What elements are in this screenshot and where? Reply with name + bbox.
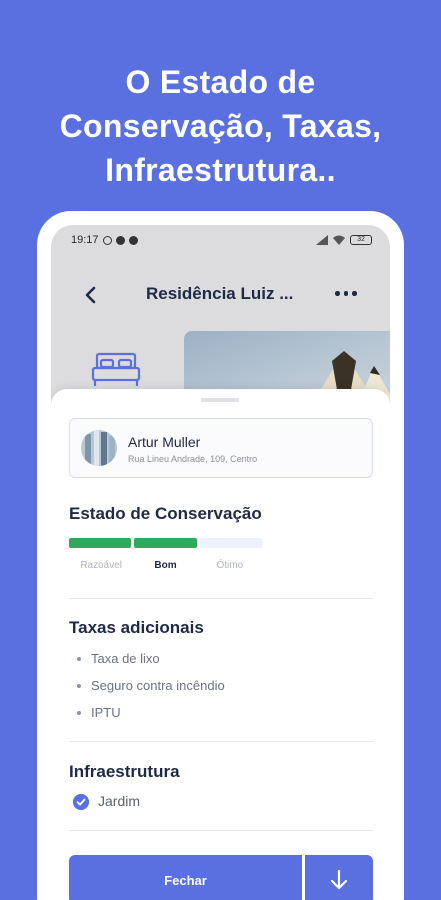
conservation-title: Estado de Conservação bbox=[69, 504, 262, 523]
close-button[interactable]: Fechar bbox=[69, 855, 302, 900]
status-bar: 19:17 32 bbox=[51, 225, 390, 255]
sheet-drag-handle[interactable] bbox=[201, 398, 239, 402]
page-title: Residência Luiz ... bbox=[146, 284, 294, 303]
owner-card[interactable]: Artur Muller Rua Lineu Andrade, 109, Cen… bbox=[69, 418, 373, 478]
battery-icon: 32 bbox=[350, 235, 372, 245]
download-button[interactable] bbox=[305, 855, 373, 900]
conservation-segment-razoavel bbox=[69, 538, 132, 548]
more-options-icon[interactable] bbox=[335, 291, 357, 296]
bed-icon bbox=[91, 352, 141, 386]
details-sheet: Artur Muller Rua Lineu Andrade, 109, Cen… bbox=[51, 389, 390, 900]
conservation-segment-otimo bbox=[199, 538, 262, 548]
divider bbox=[69, 598, 373, 599]
app-screen: 19:17 32 Residência Luiz ... Artur Mulle… bbox=[51, 225, 390, 900]
conservation-segment-bom bbox=[134, 538, 197, 548]
owner-avatar bbox=[81, 430, 117, 466]
infrastructure-title: Infraestrutura bbox=[69, 762, 180, 781]
phone-frame: 19:17 32 Residência Luiz ... Artur Mulle… bbox=[37, 211, 404, 900]
signal-icon bbox=[316, 235, 328, 245]
fee-item: Seguro contra incêndio bbox=[77, 678, 225, 693]
fee-item: IPTU bbox=[77, 705, 121, 720]
app-notification-icon bbox=[128, 235, 138, 245]
conservation-labels: Razoável Bom Ótimo bbox=[69, 560, 262, 571]
level-label-razoavel: Razoável bbox=[80, 560, 123, 571]
divider bbox=[69, 830, 373, 831]
back-arrow-icon[interactable] bbox=[81, 285, 101, 305]
check-circle-icon bbox=[73, 794, 89, 810]
conservation-meter bbox=[69, 538, 262, 548]
arrow-down-icon bbox=[330, 869, 348, 890]
level-label-otimo: Ótimo bbox=[216, 560, 244, 571]
headline-line-1: O Estado de bbox=[125, 64, 316, 100]
alarm-icon bbox=[102, 235, 112, 245]
notification-icon bbox=[115, 235, 125, 245]
fees-title: Taxas adicionais bbox=[69, 618, 204, 637]
divider bbox=[69, 741, 373, 742]
promo-headline: O Estado de Conservação, Taxas, Infraest… bbox=[0, 60, 441, 192]
owner-address: Rua Lineu Andrade, 109, Centro bbox=[128, 454, 258, 464]
level-label-bom: Bom bbox=[154, 560, 177, 571]
status-time: 19:17 bbox=[71, 234, 99, 246]
owner-name: Artur Muller bbox=[128, 434, 201, 450]
headline-line-3: Infraestrutura.. bbox=[105, 152, 336, 188]
infrastructure-item-label: Jardim bbox=[98, 793, 141, 809]
app-bar: Residência Luiz ... bbox=[51, 267, 390, 323]
wifi-icon bbox=[333, 235, 345, 245]
headline-line-2: Conservação, Taxas, bbox=[59, 108, 382, 144]
fee-item: Taxa de lixo bbox=[77, 651, 160, 666]
